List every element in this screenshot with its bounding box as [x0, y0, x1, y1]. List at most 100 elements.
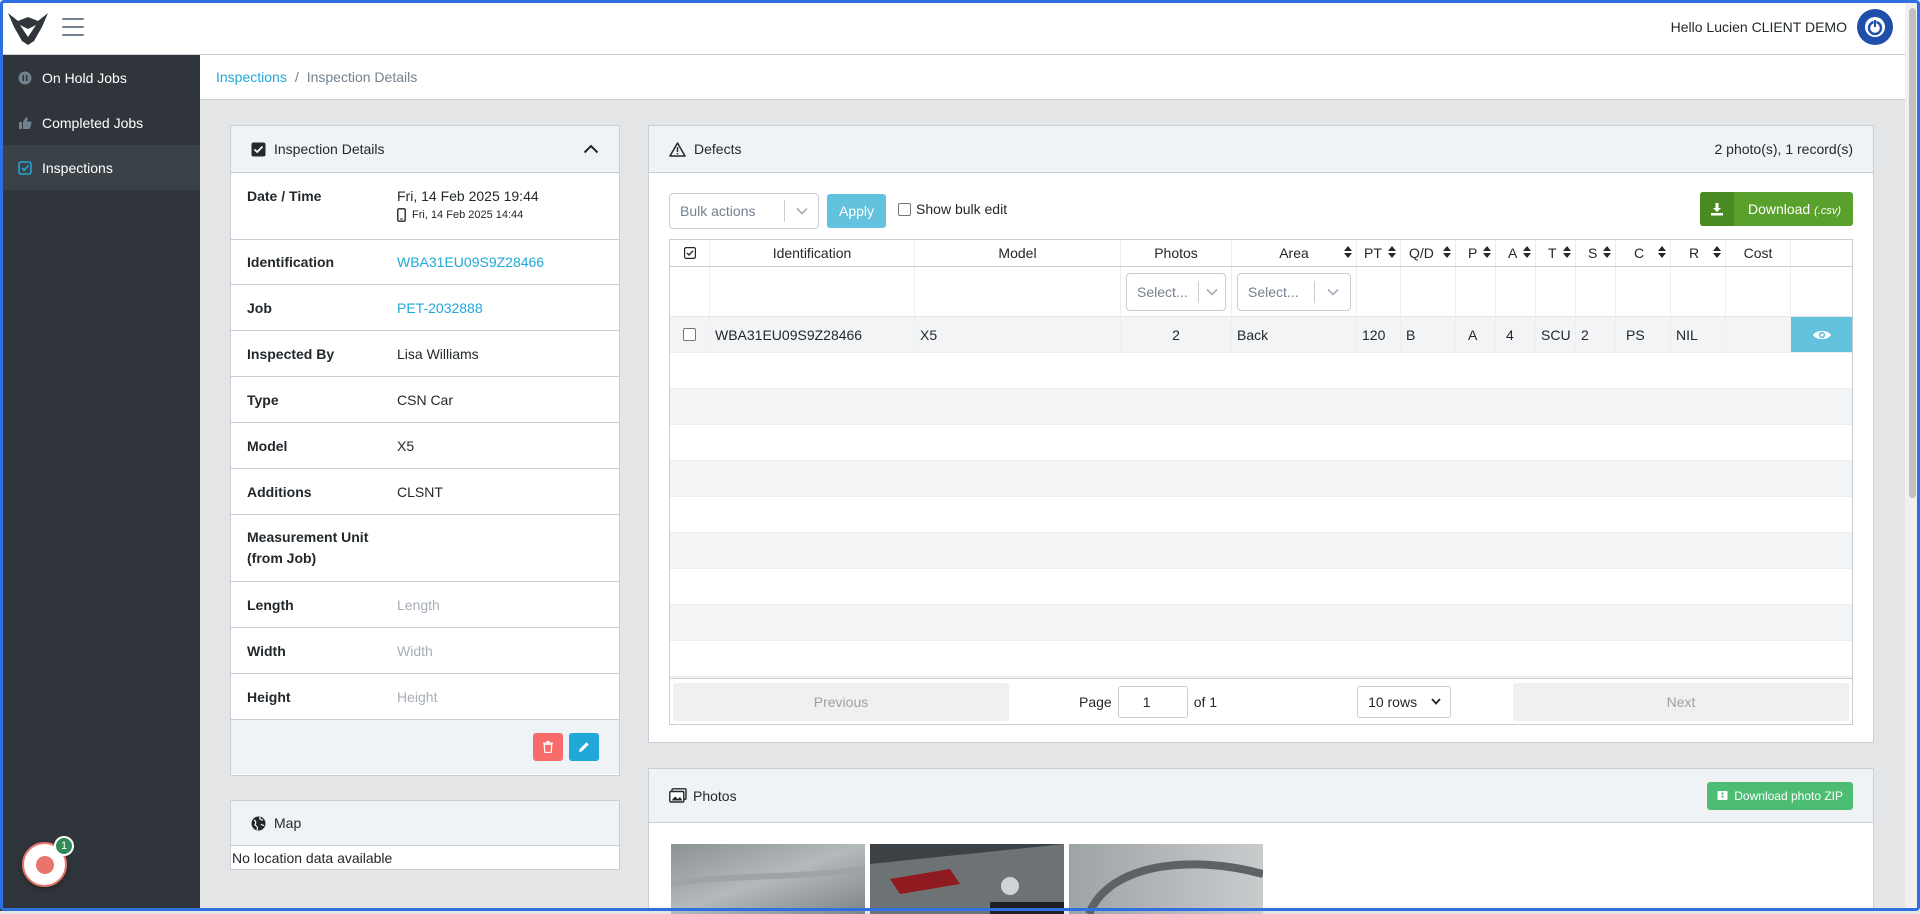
photos-card: Photos Download photo ZIP	[648, 768, 1874, 914]
card-title: Map	[274, 815, 302, 831]
download-label: Download	[1747, 201, 1811, 217]
show-bulk-edit-toggle[interactable]: Show bulk edit	[898, 201, 1007, 217]
pause-circle-icon	[18, 71, 32, 85]
view-defect-button[interactable]	[1791, 317, 1852, 352]
column-header-t[interactable]: T	[1536, 240, 1576, 266]
logout-button[interactable]	[1857, 9, 1893, 45]
show-bulk-edit-label: Show bulk edit	[916, 201, 1008, 217]
detail-value: CLSNT	[397, 483, 443, 500]
inspection-details-header[interactable]: Inspection Details	[231, 126, 619, 173]
chevron-up-icon[interactable]	[583, 144, 599, 154]
sort-icon[interactable]	[1483, 245, 1491, 259]
edit-button[interactable]	[569, 733, 599, 761]
photos-filter-select[interactable]: Select...	[1126, 272, 1226, 311]
cell-s: 2	[1576, 317, 1616, 352]
menu-toggle-icon[interactable]	[62, 18, 84, 36]
download-photo-zip-button[interactable]: Download photo ZIP	[1707, 781, 1853, 810]
detail-value: Lisa Williams	[397, 345, 479, 362]
sort-icon[interactable]	[1658, 245, 1666, 259]
sort-icon[interactable]	[1388, 245, 1396, 259]
photo-thumbnail[interactable]	[671, 844, 865, 914]
column-header-p[interactable]: P	[1456, 240, 1496, 266]
bulk-actions-select[interactable]: Bulk actions	[669, 193, 819, 229]
show-bulk-edit-checkbox[interactable]	[898, 202, 912, 216]
rows-per-page-select[interactable]: 10 rows	[1357, 685, 1452, 718]
breadcrumb-link-inspections[interactable]: Inspections	[216, 69, 287, 85]
brand-logo[interactable]	[4, 7, 52, 47]
detail-row-identification: Identification WBA31EU09S9Z28466	[231, 240, 619, 285]
sort-icon[interactable]	[1713, 245, 1721, 259]
sidebar-item-inspections[interactable]: Inspections	[0, 145, 200, 190]
sidebar-item-completed-jobs[interactable]: Completed Jobs	[0, 100, 200, 145]
card-title: Photos	[693, 787, 737, 804]
sort-icon[interactable]	[1603, 245, 1611, 259]
detail-value-device-time: Fri, 14 Feb 2025 14:44	[412, 209, 524, 221]
column-header-pt[interactable]: PT	[1357, 240, 1401, 266]
sort-icon[interactable]	[1563, 245, 1571, 259]
column-header-a[interactable]: A	[1496, 240, 1536, 266]
identification-link[interactable]: WBA31EU09S9Z28466	[397, 254, 544, 270]
detail-label: Measurement Unit (from Job)	[247, 529, 369, 566]
sidebar: On Hold Jobs Completed Jobs Inspections	[0, 55, 200, 911]
defects-header: Defects 2 photo(s), 1 record(s)	[649, 126, 1873, 173]
column-header-label: P	[1468, 245, 1478, 261]
column-header-identification[interactable]: Identification	[710, 240, 915, 266]
table-row[interactable]: WBA31EU09S9Z28466 X5 2 Back 120 B A 4 SC…	[670, 317, 1852, 353]
column-header-label: T	[1548, 245, 1557, 261]
cell-c: PS	[1616, 317, 1671, 352]
page-scrollbar[interactable]	[1905, 0, 1920, 911]
sort-icon[interactable]	[1344, 245, 1352, 259]
area-filter-select[interactable]: Select...	[1237, 272, 1351, 311]
scrollbar-thumb[interactable]	[1909, 8, 1916, 498]
download-csv-button[interactable]: Download (.csv)	[1699, 192, 1853, 226]
column-header-qd[interactable]: Q/D	[1401, 240, 1456, 266]
column-header-cost[interactable]: Cost	[1726, 240, 1791, 266]
sidebar-item-on-hold-jobs[interactable]: On Hold Jobs	[0, 55, 200, 100]
column-header-r[interactable]: R	[1671, 240, 1726, 266]
column-header-area[interactable]: Area	[1232, 240, 1357, 266]
detail-label: Identification	[247, 254, 335, 270]
inspection-details-card: Inspection Details Date / Time Fri, 14 F…	[230, 125, 620, 776]
defects-table: Identification Model Photos Area PT Q/D …	[669, 239, 1853, 725]
chevron-down-icon	[1431, 698, 1441, 705]
detail-label: Type	[247, 391, 279, 408]
page-number-input[interactable]: 1	[1117, 685, 1188, 718]
card-title: Inspection Details	[274, 141, 385, 157]
sort-icon[interactable]	[1523, 245, 1531, 259]
rows-per-page-value: 10 rows	[1368, 693, 1418, 710]
detail-label: Additions	[247, 483, 312, 500]
column-header-model[interactable]: Model	[915, 240, 1121, 266]
delete-button[interactable]	[533, 733, 563, 761]
cell-r: NIL	[1671, 317, 1726, 352]
photo-thumbnail[interactable]	[1069, 844, 1263, 914]
detail-value-date: Fri, 14 Feb 2025 19:44	[397, 188, 539, 204]
table-row-empty	[670, 389, 1852, 425]
pagination: Previous Page 1 of 1 10 rows Next	[670, 678, 1852, 724]
select-all-header[interactable]	[670, 240, 710, 266]
job-link[interactable]: PET-2032888	[397, 300, 483, 316]
detail-row-type: Type CSN Car	[231, 377, 619, 423]
thumbs-up-icon	[18, 116, 32, 130]
table-row-empty	[670, 497, 1852, 533]
map-empty-message: No location data available	[232, 850, 393, 866]
width-value: Width	[397, 642, 433, 659]
column-header-label: Q/D	[1409, 245, 1434, 261]
detail-value: CSN Car	[397, 391, 454, 408]
defects-card: Defects 2 photo(s), 1 record(s) Bulk act…	[648, 125, 1874, 743]
defects-toolbar: Bulk actions Apply Show bulk edit	[669, 193, 1007, 229]
previous-page-button[interactable]: Previous	[673, 682, 1009, 721]
photo-thumbnail[interactable]	[870, 844, 1064, 914]
cell-photos: 2	[1121, 317, 1232, 352]
row-select-checkbox[interactable]	[683, 328, 696, 341]
column-header-actions	[1791, 240, 1852, 266]
apply-button[interactable]: Apply	[827, 194, 887, 228]
sort-icon[interactable]	[1443, 245, 1451, 259]
table-header-row: Identification Model Photos Area PT Q/D …	[670, 240, 1852, 267]
column-header-photos[interactable]: Photos	[1121, 240, 1232, 266]
page-label: Page	[1079, 693, 1112, 710]
select-all-checkbox-icon[interactable]	[683, 247, 696, 259]
breadcrumb: Inspections / Inspection Details	[200, 55, 1905, 100]
column-header-c[interactable]: C	[1616, 240, 1671, 266]
next-page-button[interactable]: Next	[1513, 682, 1849, 721]
column-header-s[interactable]: S	[1576, 240, 1616, 266]
